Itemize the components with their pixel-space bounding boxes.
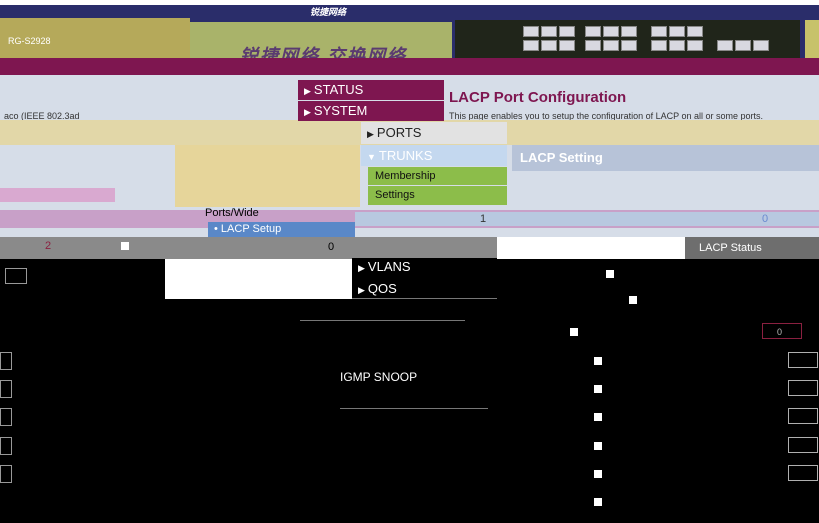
menu-divider — [340, 408, 488, 409]
info-box — [175, 145, 360, 207]
checkbox[interactable] — [594, 413, 602, 421]
menu-label: TRUNKS — [378, 148, 433, 163]
table-header-cell — [0, 188, 115, 202]
port-icon — [669, 40, 685, 51]
menu-label: PORTS — [376, 125, 422, 140]
port-icon — [735, 40, 751, 51]
section-title: LACP Setting — [512, 145, 819, 171]
menu-system[interactable]: ▶ SYSTEM — [298, 101, 444, 121]
table-cell — [0, 408, 12, 426]
triangle-right-icon: ▶ — [358, 263, 365, 273]
bullet-icon: • — [214, 223, 221, 235]
submenu-membership[interactable]: Membership — [368, 167, 507, 185]
menu-label: SYSTEM — [313, 103, 368, 118]
nav-bar — [0, 58, 819, 75]
table-cell: 1 — [480, 213, 487, 225]
menu-divider — [300, 320, 465, 321]
triangle-right-icon: ▶ — [358, 285, 365, 295]
port-icon — [541, 40, 557, 51]
table-cell — [5, 268, 27, 284]
menu-vlans[interactable]: ▶ VLANS — [352, 258, 497, 276]
popup-panel — [165, 259, 352, 299]
menu-label: QOS — [367, 281, 397, 296]
checkbox[interactable] — [121, 242, 129, 250]
page-title: LACP Port Configuration — [449, 89, 627, 106]
triangle-right-icon: ▶ — [367, 129, 374, 139]
checkbox[interactable] — [594, 385, 602, 393]
port-icon — [621, 40, 637, 51]
triangle-right-icon: ▶ — [304, 107, 311, 117]
ports-label: Ports/Wide — [205, 207, 259, 219]
table-cell — [497, 237, 685, 259]
value-field[interactable]: 0 — [762, 323, 802, 339]
header-top-line — [0, 0, 819, 5]
value-field[interactable] — [788, 352, 818, 368]
table-cell: 0 — [762, 213, 769, 225]
table-row — [355, 212, 819, 226]
triangle-right-icon: ▶ — [304, 86, 311, 96]
logo: 锐捷网络 — [310, 7, 347, 17]
table-cell — [0, 380, 12, 398]
submenu-lacp-setup[interactable]: • LACP Setup — [208, 222, 355, 237]
port-icon — [585, 26, 601, 37]
checkbox[interactable] — [594, 470, 602, 478]
checkbox[interactable] — [629, 296, 637, 304]
submenu-settings[interactable]: Settings — [368, 186, 507, 205]
table-cell — [0, 465, 12, 483]
port-icon — [687, 26, 703, 37]
table-cell: 0 — [328, 241, 335, 253]
switch-image — [455, 20, 800, 60]
port-icon — [651, 40, 667, 51]
checkbox[interactable] — [594, 498, 602, 506]
port-icon — [603, 40, 619, 51]
port-icon — [523, 26, 539, 37]
port-icon — [603, 26, 619, 37]
menu-trunks[interactable]: ▼ TRUNKS — [361, 145, 507, 166]
lacp-status-header: LACP Status — [685, 237, 819, 259]
value-field[interactable] — [788, 408, 818, 424]
port-icon — [669, 26, 685, 37]
port-icon — [541, 26, 557, 37]
value-field[interactable] — [788, 437, 818, 453]
table-cell — [0, 437, 12, 455]
submenu-label: LACP Setup — [220, 223, 282, 235]
checkbox[interactable] — [594, 442, 602, 450]
menu-qos[interactable]: ▶ QOS — [352, 280, 497, 298]
port-icon — [559, 26, 575, 37]
menu-igmp-snoop[interactable]: IGMP SNOOP — [340, 370, 417, 384]
table-cell — [0, 352, 12, 370]
port-icon — [687, 40, 703, 51]
triangle-down-icon: ▼ — [367, 152, 376, 162]
checkbox[interactable] — [606, 270, 614, 278]
menu-label: STATUS — [313, 82, 364, 97]
port-icon — [585, 40, 601, 51]
port-icon — [621, 26, 637, 37]
checkbox[interactable] — [570, 328, 578, 336]
port-icon — [753, 40, 769, 51]
menu-status[interactable]: ▶ STATUS — [298, 80, 444, 100]
checkbox[interactable] — [594, 357, 602, 365]
table-cell: 2 — [45, 240, 52, 252]
port-icon — [717, 40, 733, 51]
port-icon — [651, 26, 667, 37]
port-icon — [523, 40, 539, 51]
menu-ports[interactable]: ▶ PORTS — [361, 122, 507, 144]
value-field[interactable] — [788, 465, 818, 481]
port-icon — [559, 40, 575, 51]
product-name: RG-S2928 — [8, 36, 51, 46]
header-right-panel — [805, 20, 819, 60]
value-field[interactable] — [788, 380, 818, 396]
menu-divider — [352, 298, 497, 299]
menu-label: VLANS — [367, 259, 411, 274]
